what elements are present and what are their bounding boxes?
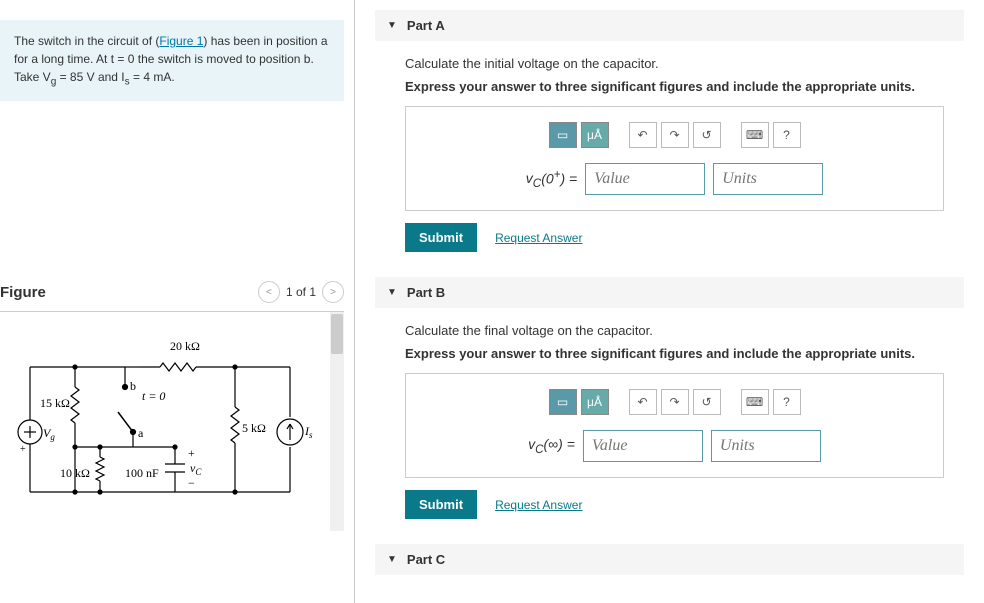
part-b-value-input[interactable] xyxy=(583,430,703,462)
problem-text: = 85 V and I xyxy=(56,70,124,84)
part-b-label: vC(∞) = xyxy=(528,436,575,456)
part-b-request-link[interactable]: Request Answer xyxy=(495,498,582,512)
r1-label: 20 kΩ xyxy=(170,339,200,353)
part-b-buttons: Submit Request Answer xyxy=(405,490,944,519)
circuit-diagram: 20 kΩ 15 kΩ 5 kΩ 10 kΩ 100 nF Vg Is vC +… xyxy=(10,332,320,512)
part-b-units-input[interactable] xyxy=(711,430,821,462)
part-b-instruction: Express your answer to three significant… xyxy=(405,346,944,361)
c1-label: 100 nF xyxy=(125,466,159,480)
scrollbar-thumb[interactable] xyxy=(331,314,343,354)
part-a-body: Calculate the initial voltage on the cap… xyxy=(375,56,964,277)
figure-counter: 1 of 1 xyxy=(286,285,316,299)
undo-icon[interactable]: ↶ xyxy=(629,122,657,148)
right-panel: ▼ Part A Calculate the initial voltage o… xyxy=(355,0,984,603)
part-b-header[interactable]: ▼ Part B xyxy=(375,277,964,308)
figure-nav: < 1 of 1 > xyxy=(258,281,344,303)
plus-label: + xyxy=(188,446,195,460)
switch-a-label: a xyxy=(138,426,144,440)
caret-down-icon: ▼ xyxy=(387,287,397,298)
help-icon[interactable]: ? xyxy=(773,122,801,148)
prev-figure-button[interactable]: < xyxy=(258,281,280,303)
vg-plus: + xyxy=(20,444,26,455)
help-icon[interactable]: ? xyxy=(773,389,801,415)
reset-icon[interactable]: ↺ xyxy=(693,389,721,415)
part-a-buttons: Submit Request Answer xyxy=(405,223,944,252)
switch-t-label: t = 0 xyxy=(142,389,165,403)
reset-icon[interactable]: ↺ xyxy=(693,122,721,148)
scrollbar[interactable] xyxy=(330,312,344,531)
part-a-value-input[interactable] xyxy=(585,163,705,195)
part-a-toolbar: ▭ μÅ ↶ ↷ ↺ ⌨ ? xyxy=(421,122,928,148)
caret-down-icon: ▼ xyxy=(387,20,397,31)
units-icon[interactable]: μÅ xyxy=(581,389,609,415)
part-a-answer-box: ▭ μÅ ↶ ↷ ↺ ⌨ ? vC(0+) = xyxy=(405,106,944,211)
figure-link[interactable]: Figure 1 xyxy=(159,34,203,48)
part-b-answer-box: ▭ μÅ ↶ ↷ ↺ ⌨ ? vC(∞) = xyxy=(405,373,944,478)
switch-b-label: b xyxy=(130,379,136,393)
problem-text: The switch in the circuit of ( xyxy=(14,34,159,48)
part-b-toolbar: ▭ μÅ ↶ ↷ ↺ ⌨ ? xyxy=(421,389,928,415)
part-c-header[interactable]: ▼ Part C xyxy=(375,544,964,575)
keyboard-icon[interactable]: ⌨ xyxy=(741,389,769,415)
part-a-submit-button[interactable]: Submit xyxy=(405,223,477,252)
figure-header: Figure < 1 of 1 > xyxy=(0,281,344,311)
part-c-title: Part C xyxy=(407,552,445,567)
units-icon[interactable]: μÅ xyxy=(581,122,609,148)
next-figure-button[interactable]: > xyxy=(322,281,344,303)
part-b-body: Calculate the final voltage on the capac… xyxy=(375,323,964,544)
keyboard-icon[interactable]: ⌨ xyxy=(741,122,769,148)
figure-area: 20 kΩ 15 kΩ 5 kΩ 10 kΩ 100 nF Vg Is vC +… xyxy=(0,311,344,531)
undo-icon[interactable]: ↶ xyxy=(629,389,657,415)
problem-statement: The switch in the circuit of (Figure 1) … xyxy=(0,20,344,101)
part-a-instruction: Express your answer to three significant… xyxy=(405,79,944,94)
minus-label: − xyxy=(188,476,195,490)
r4-label: 10 kΩ xyxy=(60,466,90,480)
part-a-title: Part A xyxy=(407,18,445,33)
template-icon[interactable]: ▭ xyxy=(549,389,577,415)
part-a-question: Calculate the initial voltage on the cap… xyxy=(405,56,944,71)
problem-text: = 4 mA. xyxy=(130,70,175,84)
part-b-submit-button[interactable]: Submit xyxy=(405,490,477,519)
part-b-answer-row: vC(∞) = xyxy=(421,430,928,462)
r2-label: 15 kΩ xyxy=(40,396,70,410)
part-b-title: Part B xyxy=(407,285,445,300)
caret-down-icon: ▼ xyxy=(387,554,397,565)
r3-label: 5 kΩ xyxy=(242,421,266,435)
part-b-question: Calculate the final voltage on the capac… xyxy=(405,323,944,338)
part-a-request-link[interactable]: Request Answer xyxy=(495,231,582,245)
part-a-header[interactable]: ▼ Part A xyxy=(375,10,964,41)
redo-icon[interactable]: ↷ xyxy=(661,389,689,415)
part-a-units-input[interactable] xyxy=(713,163,823,195)
part-a-answer-row: vC(0+) = xyxy=(421,163,928,195)
redo-icon[interactable]: ↷ xyxy=(661,122,689,148)
left-panel: The switch in the circuit of (Figure 1) … xyxy=(0,0,355,603)
part-a-label: vC(0+) = xyxy=(526,168,577,190)
template-icon[interactable]: ▭ xyxy=(549,122,577,148)
figure-title: Figure xyxy=(0,284,46,301)
